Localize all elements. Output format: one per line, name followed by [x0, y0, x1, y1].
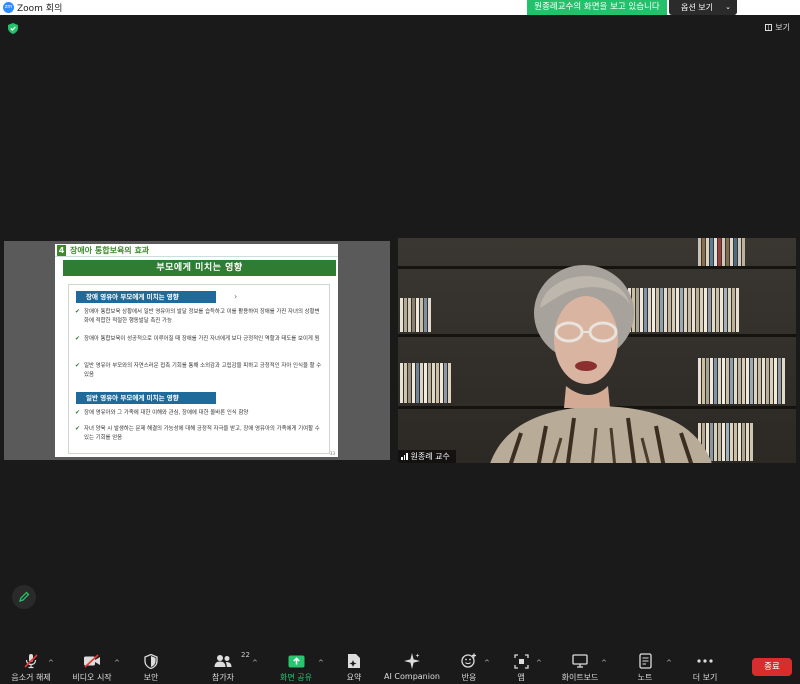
whiteboard-button[interactable]: 화이트보드	[556, 652, 604, 684]
participants-count: 22	[241, 651, 250, 659]
summary-icon	[348, 654, 360, 668]
share-screen-icon	[288, 655, 304, 667]
participants-button[interactable]: 22 참가자	[204, 651, 250, 684]
meeting-toolbar: 음소거 해제 ^ 비디오 시작 ^ 보안 22 참가자 ^ 화면 공유 ^ 요약…	[0, 650, 800, 684]
ai-companion-label: AI Companion	[384, 672, 440, 681]
view-layout-button[interactable]: 보기	[765, 22, 790, 33]
apps-label: 앱	[517, 673, 525, 682]
video-camera-off-icon	[84, 654, 100, 668]
microphone-muted-icon	[24, 654, 38, 669]
slide-bullet: ✔ 장애 영유아와 그 가족에 대한 이해와 관심, 장애에 대한 올바른 인식…	[75, 409, 249, 416]
zoom-logo-icon: zm	[3, 2, 14, 13]
share-screen-label: 화면 공유	[280, 673, 312, 682]
participant-video[interactable]: 원종례 교수	[398, 238, 796, 463]
security-label: 보안	[143, 673, 159, 682]
sparkle-icon	[404, 653, 420, 669]
more-button[interactable]: 더 보기	[690, 652, 720, 684]
slide-bullet: ✔ 일반 영유아 부모와의 자연스러운 접촉 기회를 통해 소외감과 고립감을 …	[75, 362, 322, 378]
slide-title: 부모에게 미치는 영향	[63, 260, 336, 276]
start-video-button[interactable]: 비디오 시작	[68, 652, 116, 684]
whiteboard-options-caret[interactable]: ^	[601, 659, 607, 667]
books	[400, 298, 431, 332]
view-layout-label: 보기	[775, 23, 790, 32]
slide-section-title: 장애아 통합보육의 효과	[70, 245, 150, 255]
video-options-caret[interactable]: ^	[114, 659, 120, 667]
reactions-button[interactable]: 반응	[456, 652, 482, 684]
person-head	[534, 265, 634, 408]
more-label: 더 보기	[692, 673, 718, 682]
slide-page-number: 33	[329, 451, 335, 456]
summary-button[interactable]: 요약	[340, 652, 368, 684]
screen-share-banner: 원종례교수의 화면을 보고 있습니다	[527, 0, 667, 15]
share-screen-button[interactable]: 화면 공유	[276, 652, 316, 684]
ai-companion-button[interactable]: AI Companion	[384, 652, 440, 684]
end-meeting-button[interactable]: 종료	[752, 658, 792, 676]
security-shield-icon	[144, 653, 158, 669]
notes-options-caret[interactable]: ^	[666, 659, 672, 667]
books	[628, 288, 739, 332]
participants-icon	[214, 655, 232, 667]
more-dots-icon	[697, 659, 713, 663]
check-icon: ✔	[75, 308, 81, 315]
slide-number: 4	[57, 244, 66, 256]
grid-view-icon	[765, 24, 773, 31]
notes-button[interactable]: 노트	[632, 652, 658, 684]
view-options-label: 옵션 보기	[681, 3, 713, 12]
annotate-button[interactable]	[12, 585, 36, 609]
summary-label: 요약	[346, 673, 362, 682]
slide-subheading: 일반 영유아 부모에게 미치는 영향	[76, 392, 216, 404]
reaction-emoji-icon	[461, 653, 476, 668]
notes-icon	[638, 653, 652, 669]
check-icon: ✔	[75, 425, 81, 432]
apps-icon	[513, 653, 529, 669]
slide-bullet: ✔ 장애아 통합보육 상황에서 일반 영유아의 발달 정보를 습득하고 이를 활…	[75, 308, 320, 324]
encryption-shield-icon[interactable]	[8, 23, 18, 34]
apps-options-caret[interactable]: ^	[536, 659, 542, 667]
books	[400, 363, 451, 403]
slide-subheading: 장애 영유아 부모에게 미치는 영향	[76, 291, 216, 303]
slide-bullet: ✔ 자녀 양육 시 발생하는 문제 해결의 가능성에 대해 긍정적 자극을 받고…	[75, 425, 320, 441]
signal-strength-icon	[401, 453, 408, 460]
participants-options-caret[interactable]: ^	[252, 659, 258, 667]
check-icon: ✔	[75, 335, 81, 342]
reactions-options-caret[interactable]: ^	[484, 659, 490, 667]
participant-name-tag: 원종례 교수	[398, 450, 456, 463]
audio-options-caret[interactable]: ^	[48, 659, 54, 667]
slide-bullet: ✔ 장애아 통합보육이 성공적으로 이루어질 때 장애를 가진 자녀에게 보다 …	[75, 335, 320, 342]
unmute-button[interactable]: 음소거 해제	[8, 652, 54, 684]
unmute-label: 음소거 해제	[11, 673, 51, 682]
security-button[interactable]: 보안	[136, 652, 166, 684]
presentation-slide: 4 장애아 통합보육의 효과 부모에게 미치는 영향 장애 영유아 부모에게 미…	[55, 244, 338, 457]
share-options-caret[interactable]: ^	[318, 659, 324, 667]
slide-header: 4 장애아 통합보육의 효과	[55, 244, 338, 257]
check-icon: ✔	[75, 362, 81, 369]
chevron-right-icon: ›	[234, 292, 238, 301]
whiteboard-icon	[572, 654, 588, 668]
window-title: Zoom 회의	[17, 4, 63, 14]
start-video-label: 비디오 시작	[72, 673, 112, 682]
slide-content-card: 장애 영유아 부모에게 미치는 영향 › ✔ 장애아 통합보육 상황에서 일반 …	[68, 284, 330, 454]
books	[698, 238, 745, 266]
pencil-icon	[18, 591, 30, 603]
notes-label: 노트	[637, 673, 653, 682]
apps-button[interactable]: 앱	[508, 652, 534, 684]
check-icon: ✔	[75, 409, 81, 416]
participant-name: 원종례 교수	[410, 452, 450, 461]
shared-screen[interactable]: 4 장애아 통합보육의 효과 부모에게 미치는 영향 장애 영유아 부모에게 미…	[4, 241, 390, 460]
view-options-button[interactable]: 옵션 보기 ⌄	[669, 0, 737, 15]
chevron-down-icon: ⌄	[725, 3, 731, 11]
reactions-label: 반응	[461, 673, 477, 682]
participants-label: 참가자	[211, 673, 235, 682]
whiteboard-label: 화이트보드	[561, 673, 599, 682]
